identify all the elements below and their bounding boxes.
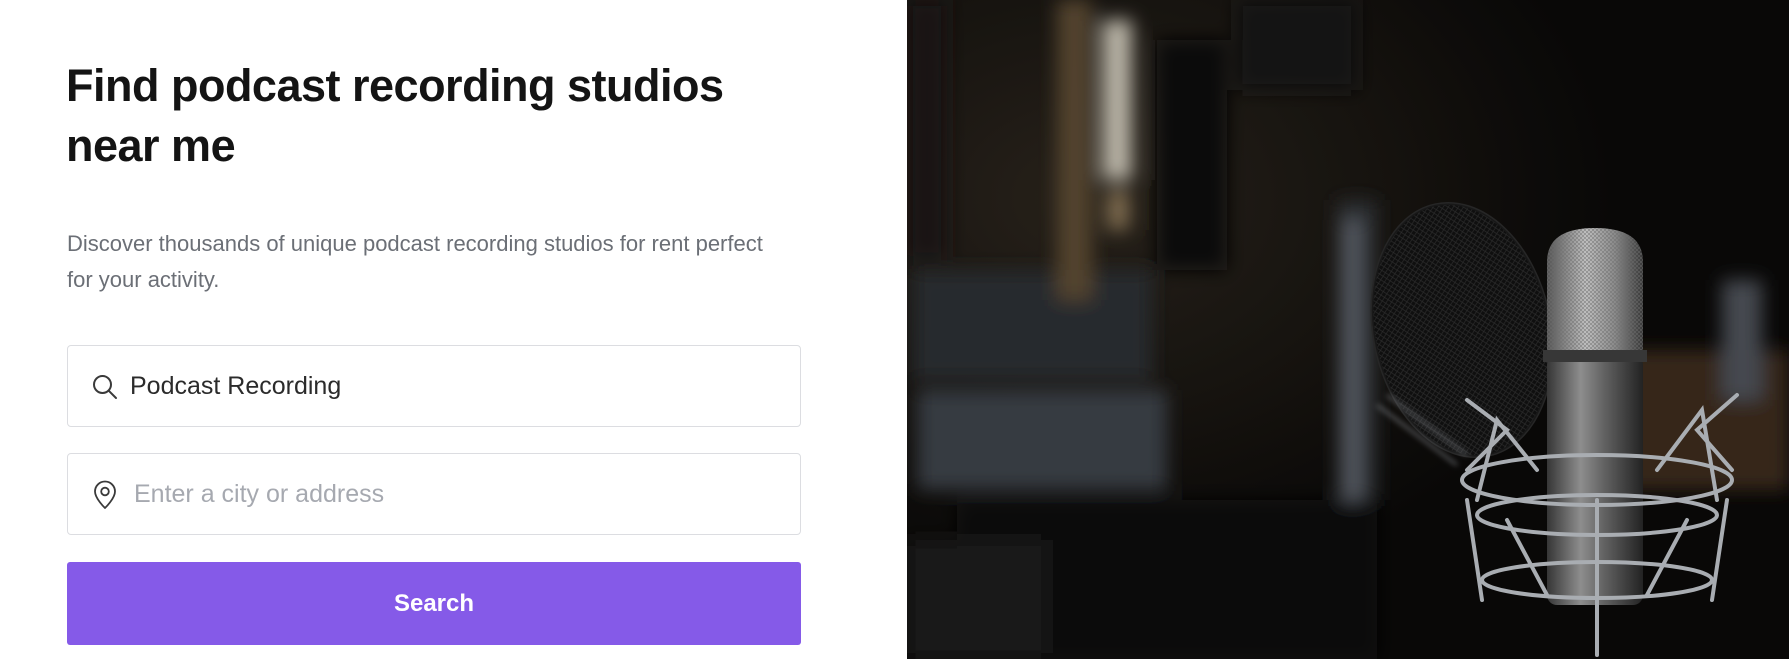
page-title: Find podcast recording studios near me: [66, 60, 724, 171]
hero-photo: [907, 0, 1789, 659]
location-field[interactable]: [67, 453, 801, 535]
search-icon: [90, 372, 120, 402]
page-subtitle: Discover thousands of unique podcast rec…: [67, 231, 763, 292]
location-input[interactable]: [134, 454, 774, 534]
hero-panel: Find podcast recording studios near me D…: [0, 0, 907, 659]
microphone-photo: [907, 0, 1789, 659]
page: Find podcast recording studios near me D…: [0, 0, 1789, 659]
activity-input[interactable]: [130, 346, 770, 426]
search-button[interactable]: Search: [67, 562, 801, 645]
activity-field[interactable]: [67, 345, 801, 427]
location-pin-icon: [90, 480, 120, 510]
